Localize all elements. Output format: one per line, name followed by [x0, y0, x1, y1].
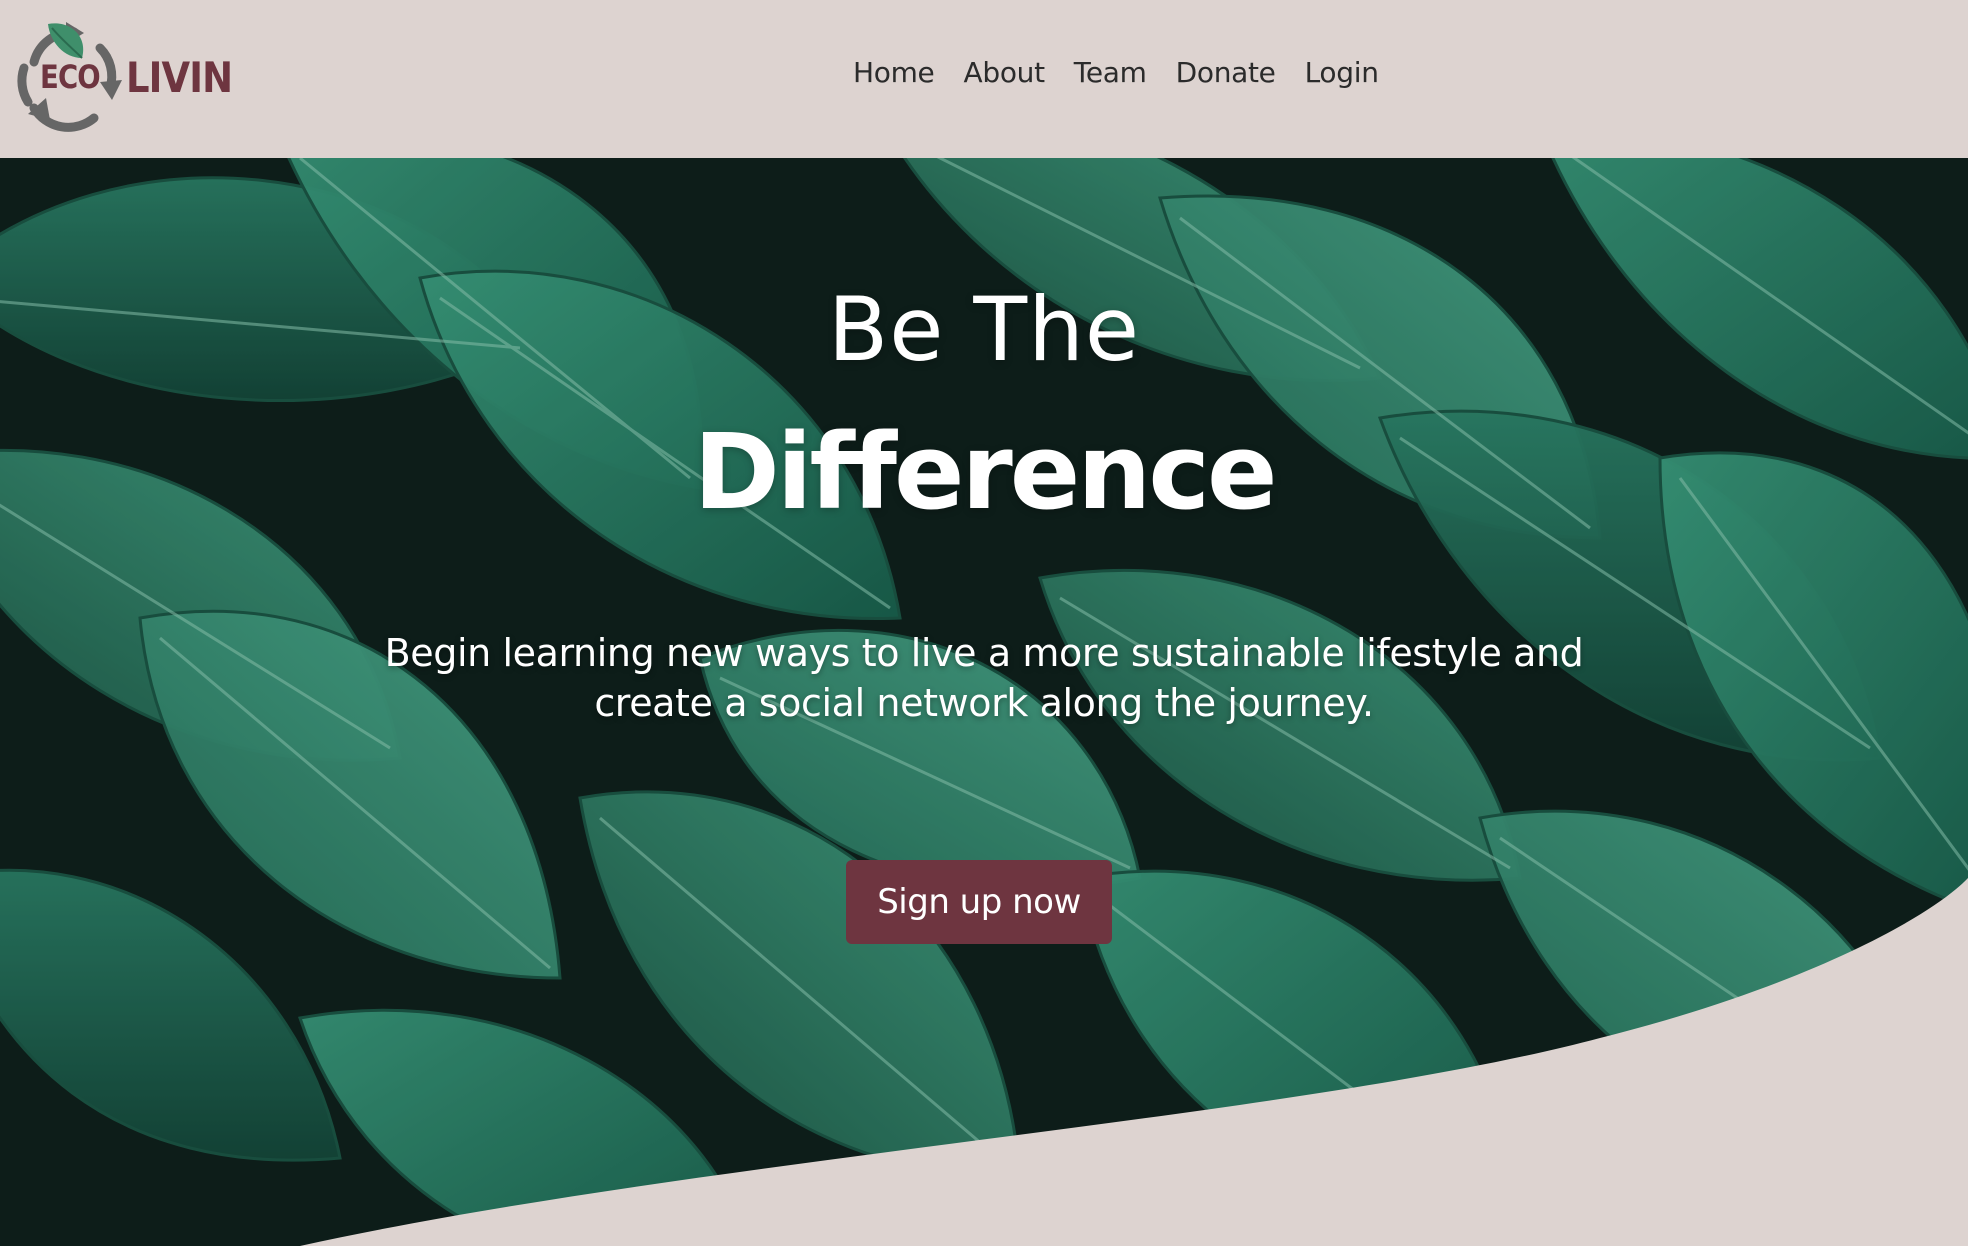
nav-about[interactable]: About	[964, 56, 1046, 89]
page: ECO LIVIN Home About Team Donate Login B…	[0, 0, 1968, 1246]
site-header: ECO LIVIN Home About Team Donate Login	[0, 0, 1968, 158]
logo-text-livin: LIVIN	[126, 53, 233, 102]
nav-donate[interactable]: Donate	[1176, 56, 1276, 89]
nav-login[interactable]: Login	[1305, 56, 1379, 89]
main-nav: Home About Team Donate Login	[853, 56, 1379, 89]
logo[interactable]: ECO LIVIN	[14, 18, 234, 136]
hero-section: Be The Difference Begin learning new way…	[0, 158, 1968, 1246]
nav-home[interactable]: Home	[853, 56, 935, 89]
logo-text-eco: ECO	[40, 58, 101, 96]
wave-divider	[0, 878, 1968, 1246]
nav-team[interactable]: Team	[1074, 56, 1147, 89]
